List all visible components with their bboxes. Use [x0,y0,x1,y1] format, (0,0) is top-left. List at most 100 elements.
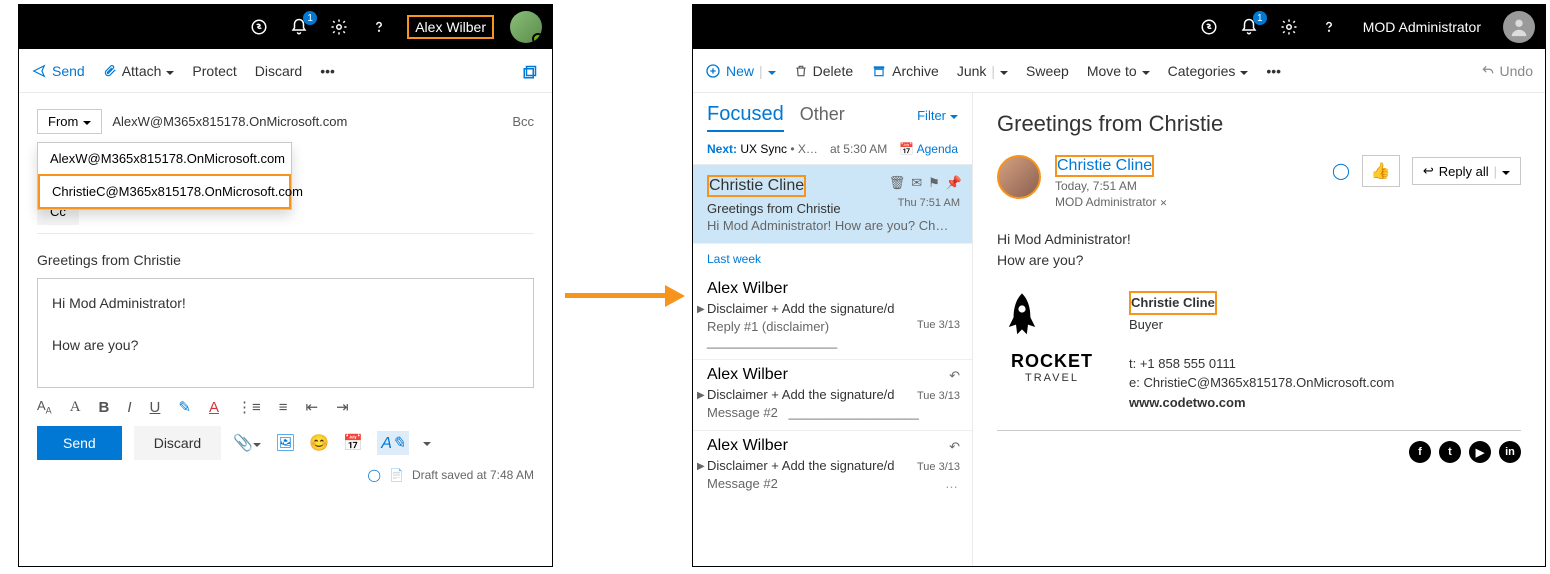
undo-command[interactable]: Undo [1481,63,1533,79]
signature-icon[interactable]: A✎ [377,431,409,455]
tab-other[interactable]: Other [800,104,845,125]
help-icon[interactable] [1317,15,1341,39]
conv-item[interactable]: ▶ ↶ Alex Wilber Disclaimer + Add the sig… [693,360,972,430]
email-signature: ROCKET TRAVEL Christie Cline Buyer t: +1… [997,291,1521,412]
user-name[interactable]: Alex Wilber [407,15,494,39]
youtube-icon[interactable]: ▶ [1469,441,1491,463]
delete-icon[interactable]: 🗑 [889,175,906,191]
from-button[interactable]: From [37,109,102,134]
send-button[interactable]: Send [37,426,122,460]
pin-icon[interactable]: 📌 [946,175,962,191]
message-editor[interactable]: Hi Mod Administrator! How are you? [37,278,534,388]
action-row: Send Discard 📎 🖼 😊 📅 A✎ [37,426,534,460]
archive-command[interactable]: Archive [871,63,939,79]
sender-name[interactable]: Christie Cline [1055,155,1154,177]
twitter-icon[interactable]: t [1439,441,1461,463]
gear-icon[interactable] [1277,15,1301,39]
filter-button[interactable]: Filter [917,108,958,123]
conv-item[interactable]: ▶ ↶ Alex Wilber Disclaimer + Add the sig… [693,431,972,501]
draft-status-row: ◯ 📄 Draft saved at 7:48 AM [37,460,534,490]
sender-avatar[interactable] [997,155,1041,199]
italic-icon[interactable]: I [127,399,131,416]
font-color-icon[interactable]: A [209,399,219,416]
avatar[interactable] [510,11,542,43]
notification-badge: 1 [1253,11,1267,25]
chevron-down-icon [83,114,91,129]
indent-icon[interactable]: ⇥ [336,398,349,416]
bullets-icon[interactable]: ⋮≡ [237,398,261,416]
linkedin-icon[interactable]: in [1499,441,1521,463]
more-insert-icon[interactable] [423,434,431,452]
junk-command[interactable]: Junk| [957,63,1008,79]
next-time: at 5:30 AM [830,142,887,156]
calendar-icon[interactable]: 📅 [343,433,363,453]
send-label: Send [52,63,85,79]
section-last-week: Last week [693,244,972,274]
emoji-icon[interactable]: 😊 [309,433,329,453]
next-event-row[interactable]: Next: UX Sync • X… at 5:30 AM 📅 Agenda [693,138,972,165]
bell-icon[interactable]: 1 [287,15,311,39]
arrow-indicator [565,285,685,305]
archive-label: Archive [892,63,939,79]
sweep-command[interactable]: Sweep [1026,63,1069,79]
conv-sender: Alex Wilber [707,280,958,298]
more-command[interactable]: ••• [320,63,335,79]
inbox-window: 1 MOD Administrator New| Delete Archive … [692,4,1546,567]
new-command[interactable]: New| [705,63,776,79]
expand-caret-icon[interactable]: ▶ [697,461,705,472]
picture-icon[interactable]: 🖼 [275,433,295,453]
conv-time: Tue 3/13 [917,390,960,402]
message-item-selected[interactable]: Christie Cline 🗑 ✉ ⚑ 📌 Greetings from Ch… [693,165,972,244]
user-name[interactable]: MOD Administrator [1357,17,1487,37]
reply-all-label: Reply all [1439,164,1489,179]
expand-caret-icon[interactable]: ▶ [697,390,705,401]
facebook-icon[interactable]: f [1409,441,1431,463]
more-command[interactable]: ••• [1266,63,1281,79]
reply-all-button[interactable]: ↩ Reply all | [1412,157,1521,185]
skype-icon[interactable] [1197,15,1221,39]
popout-icon[interactable] [522,62,540,80]
bold-icon[interactable]: B [99,399,110,416]
outdent-icon[interactable]: ⇤ [306,398,319,416]
attach-label: Attach [122,63,162,79]
tab-focused[interactable]: Focused [707,103,784,132]
agenda-link[interactable]: 📅 Agenda [899,142,958,156]
compose-command-bar: Send Attach Protect Discard ••• [19,49,552,93]
highlight-icon[interactable]: ✎ [178,398,191,416]
font-style-icon[interactable]: A [70,399,81,416]
body-line-1: Hi Mod Administrator! [997,229,1521,250]
moveto-command[interactable]: Move to [1087,63,1150,79]
gear-icon[interactable] [327,15,351,39]
compose-body: From AlexW@M365x815178.OnMicrosoft.com B… [19,93,552,500]
brand-sub: TRAVEL [997,372,1107,384]
bell-icon[interactable]: 1 [1237,15,1261,39]
delete-command[interactable]: Delete [794,63,853,79]
attach-icon[interactable]: 📎 [233,433,261,453]
brand-name: ROCKET [997,351,1107,372]
next-extra: • X… [790,142,818,156]
discard-button[interactable]: Discard [134,426,221,460]
like-button[interactable]: 👍 [1362,155,1400,187]
conv-item[interactable]: ▶ Alex Wilber Disclaimer + Add the signa… [693,274,972,359]
font-size-icon[interactable]: AA [37,398,52,416]
mark-read-icon[interactable]: ✉ [911,175,922,191]
flag-icon[interactable]: ⚑ [928,175,940,191]
categories-command[interactable]: Categories [1168,63,1249,79]
bcc-link[interactable]: Bcc [512,114,534,129]
avatar[interactable] [1503,11,1535,43]
skype-icon[interactable] [247,15,271,39]
underline-icon[interactable]: U [150,399,161,416]
from-option-2[interactable]: ChristieC@M365x815178.OnMicrosoft.com [38,174,291,209]
numbering-icon[interactable]: ≡ [279,399,288,416]
subject-field[interactable]: Greetings from Christie [37,242,534,278]
expand-caret-icon[interactable]: ▶ [697,304,705,315]
discard-command[interactable]: Discard [255,63,302,79]
sig-web[interactable]: www.codetwo.com [1129,393,1394,413]
attach-command[interactable]: Attach [103,63,175,79]
format-toolbar: AA A B I U ✎ A ⋮≡ ≡ ⇤ ⇥ [37,388,534,426]
from-option-1[interactable]: AlexW@M365x815178.OnMicrosoft.com [38,143,291,174]
sent-time: Today, 7:51 AM [1055,179,1167,193]
help-icon[interactable] [367,15,391,39]
send-command[interactable]: Send [31,63,85,79]
protect-command[interactable]: Protect [192,63,236,79]
